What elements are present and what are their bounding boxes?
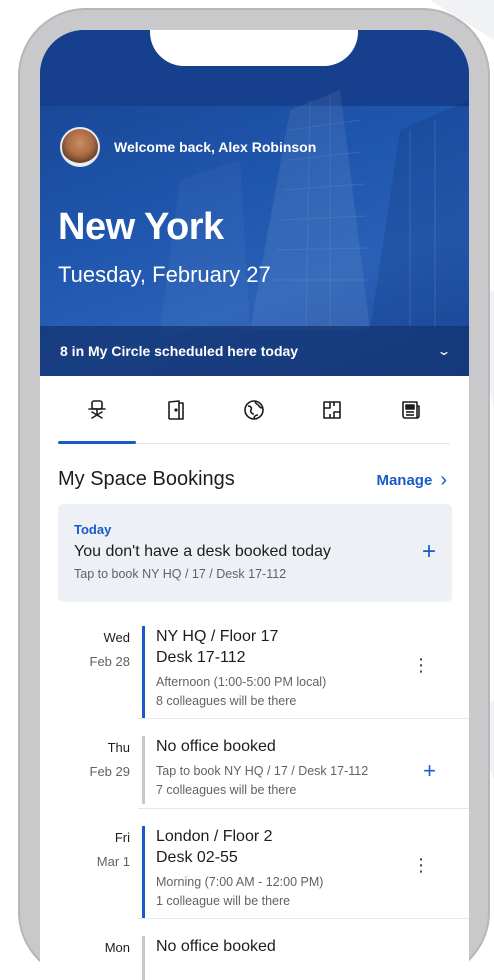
tab-bar xyxy=(58,392,450,444)
booking-weekday: Wed xyxy=(103,630,131,645)
booking-indicator xyxy=(142,936,145,980)
booking-desk: Desk 02-55 xyxy=(156,849,238,866)
booking-colleagues: 7 colleagues will be there xyxy=(156,783,297,797)
my-circle-text: 8 in My Circle scheduled here today xyxy=(60,343,299,359)
room-door-icon xyxy=(167,400,184,420)
chevron-down-icon: ⌄ xyxy=(436,344,452,358)
today-title: You don't have a desk booked today xyxy=(74,543,331,560)
chevron-right-icon: › xyxy=(440,469,447,491)
manage-button[interactable]: Manage › xyxy=(376,470,447,490)
more-options-icon[interactable]: ⋮ xyxy=(412,856,430,874)
booking-date: Feb 28 xyxy=(89,654,130,669)
booking-weekday: Mon xyxy=(104,940,130,955)
booking-indicator xyxy=(142,736,145,804)
booking-row[interactable]: Mon No office booked xyxy=(58,936,452,980)
my-circle-banner[interactable]: 8 in My Circle scheduled here today ⌄ xyxy=(40,326,469,376)
booking-indicator xyxy=(142,826,145,918)
tab-explore[interactable] xyxy=(215,392,293,443)
booking-location: London / Floor 2 xyxy=(156,828,273,845)
current-date: Tuesday, February 27 xyxy=(58,262,271,287)
booking-date: Feb 29 xyxy=(89,764,130,779)
booking-location: No office booked xyxy=(156,738,276,755)
booking-weekday: Fri xyxy=(114,830,130,845)
booking-time: Morning (7:00 AM - 12:00 PM) xyxy=(156,875,324,889)
booking-row[interactable]: Fri Mar 1 London / Floor 2 Desk 02-55 Mo… xyxy=(58,826,452,918)
phone-notch xyxy=(150,30,358,66)
welcome-text: Welcome back, Alex Robinson xyxy=(114,139,317,155)
today-label: Today xyxy=(74,522,112,537)
today-booking-card[interactable]: Today You don't have a desk booked today… xyxy=(58,504,452,602)
user-avatar[interactable] xyxy=(60,127,100,167)
globe-icon xyxy=(244,400,264,420)
tab-rooms[interactable] xyxy=(136,392,214,443)
booking-location: NY HQ / Floor 17 xyxy=(156,628,279,645)
booking-location: No office booked xyxy=(156,938,276,955)
booking-indicator xyxy=(142,626,145,718)
booking-row[interactable]: Wed Feb 28 NY HQ / Floor 17 Desk 17-112 … xyxy=(58,626,452,718)
manage-label: Manage xyxy=(376,471,433,489)
news-icon xyxy=(402,401,420,419)
booking-date: Mar 1 xyxy=(96,854,130,869)
today-subtitle: Tap to book NY HQ / 17 / Desk 17-112 xyxy=(74,567,287,581)
active-tab-indicator xyxy=(58,441,136,444)
booking-time: Afternoon (1:00-5:00 PM local) xyxy=(156,675,327,689)
app-screen: Welcome back, Alex Robinson New York Tue… xyxy=(40,30,469,980)
add-booking-icon[interactable]: + xyxy=(423,760,436,782)
booking-colleagues: 8 colleagues will be there xyxy=(156,694,297,708)
tab-floor-map[interactable] xyxy=(293,392,371,443)
tab-desk[interactable] xyxy=(58,392,136,443)
tab-news[interactable] xyxy=(372,392,450,443)
location-header: Welcome back, Alex Robinson New York Tue… xyxy=(40,30,469,376)
booking-hint: Tap to book NY HQ / 17 / Desk 17-112 xyxy=(156,764,369,778)
add-booking-icon[interactable]: + xyxy=(422,540,436,564)
booking-colleagues: 1 colleague will be there xyxy=(156,894,291,908)
booking-weekday: Thu xyxy=(107,740,130,755)
booking-desk: Desk 17-112 xyxy=(156,649,246,666)
section-title: My Space Bookings xyxy=(58,468,235,490)
floor-map-icon xyxy=(323,401,342,419)
desk-chair-icon xyxy=(88,400,107,419)
location-title[interactable]: New York xyxy=(58,206,224,249)
booking-row[interactable]: Thu Feb 29 No office booked Tap to book … xyxy=(58,736,452,804)
more-options-icon[interactable]: ⋮ xyxy=(412,656,430,674)
